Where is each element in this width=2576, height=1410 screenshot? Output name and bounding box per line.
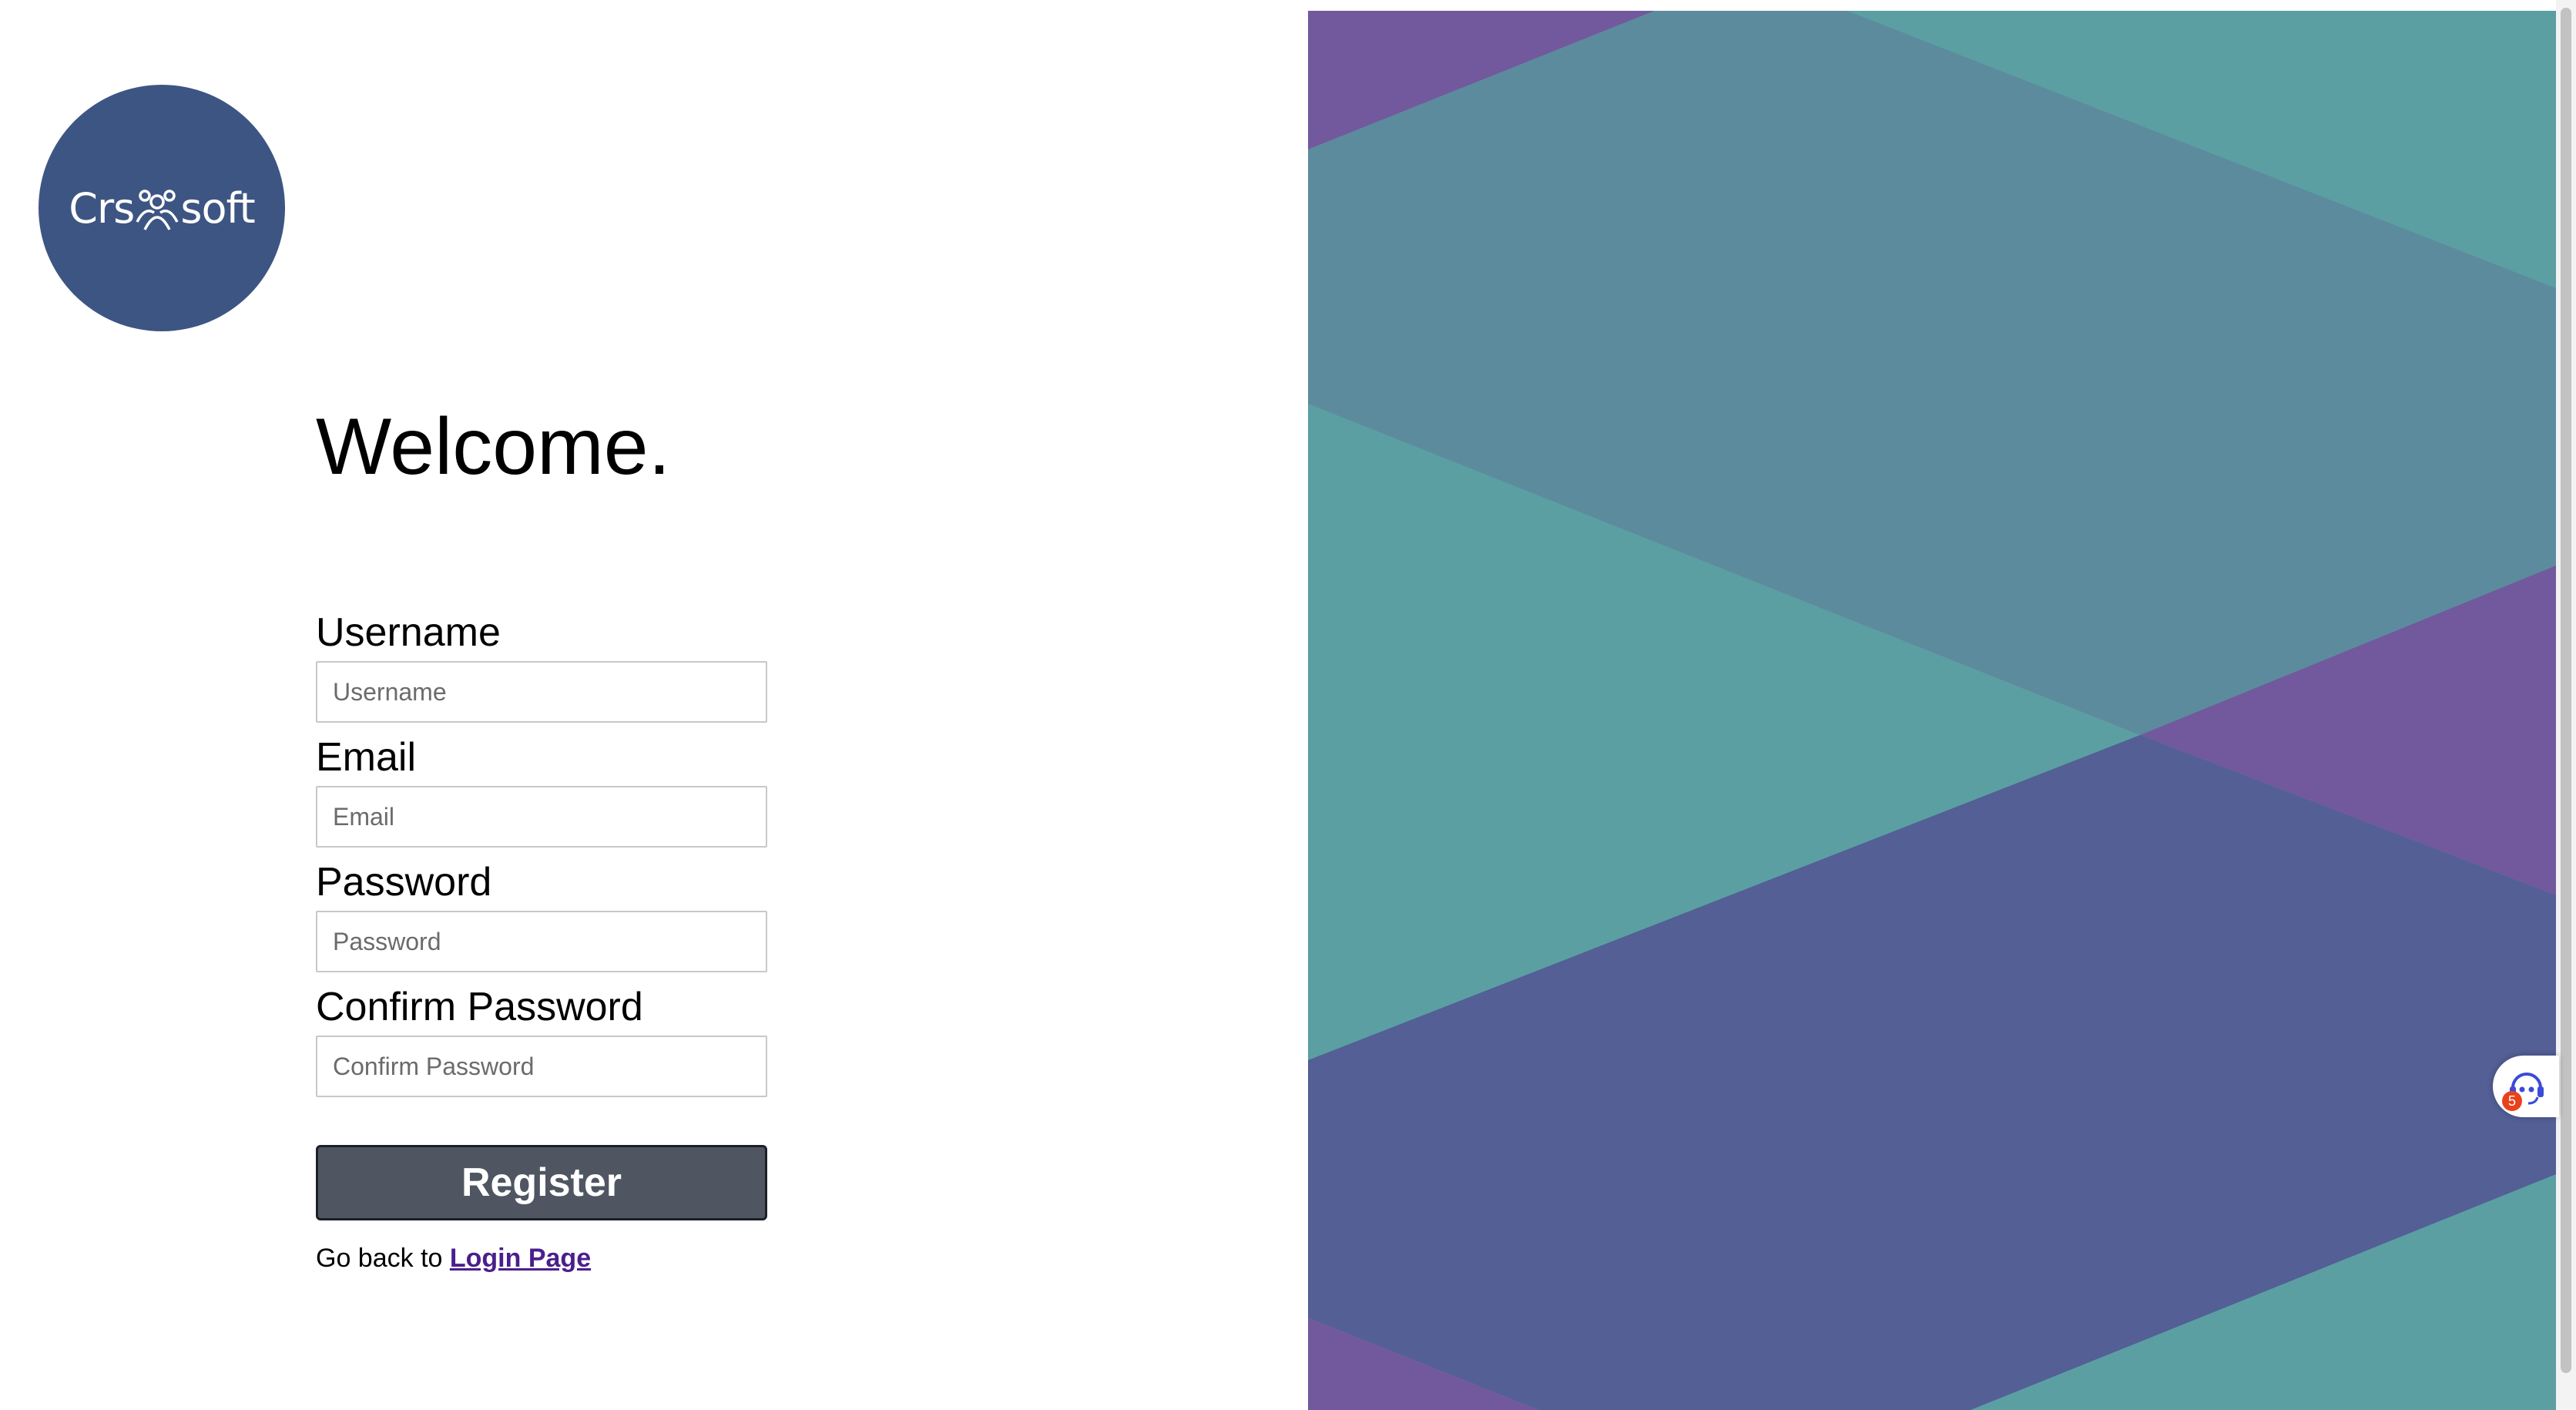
back-to-login: Go back to Login Page	[316, 1244, 767, 1274]
logo-wordmark: Crs soft	[69, 183, 255, 233]
confirm-password-label: Confirm Password	[316, 985, 643, 1029]
login-page-link[interactable]: Login Page	[450, 1244, 591, 1273]
support-chat-button[interactable]: 5	[2493, 1056, 2559, 1117]
register-button[interactable]: Register	[316, 1145, 767, 1220]
scrollbar-thumb[interactable]	[2561, 8, 2571, 1373]
email-label: Email	[316, 735, 417, 780]
username-input[interactable]	[316, 661, 767, 723]
crossoft-logo: Crs soft	[39, 85, 285, 331]
page-title: Welcome.	[316, 402, 671, 492]
email-input[interactable]	[316, 786, 767, 848]
people-icon	[136, 190, 179, 230]
registration-form: Username Email Password Confirm Password…	[316, 609, 767, 1274]
logo-text-left: Crs	[69, 183, 135, 233]
logo-text-right: soft	[180, 183, 255, 233]
notification-badge: 5	[2502, 1091, 2522, 1111]
password-label: Password	[316, 860, 492, 905]
decorative-background-panel	[1308, 11, 2556, 1410]
password-input[interactable]	[316, 911, 767, 972]
confirm-password-input[interactable]	[316, 1036, 767, 1097]
back-prefix-text: Go back to	[316, 1244, 443, 1273]
registration-page: Crs soft Welcome. Username Email Passwor…	[0, 0, 2576, 1410]
geometric-pattern	[1308, 11, 2556, 1410]
page-scrollbar[interactable]	[2556, 0, 2576, 1410]
username-label: Username	[316, 610, 501, 655]
